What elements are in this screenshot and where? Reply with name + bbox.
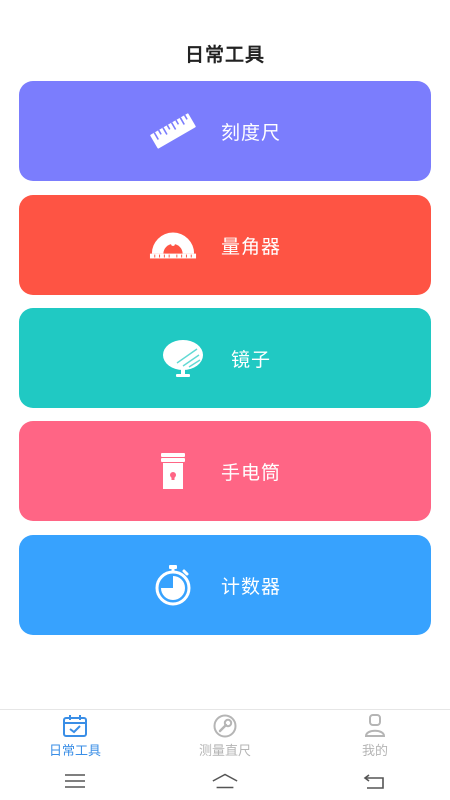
home-icon[interactable] [211,771,239,791]
tab-label: 日常工具 [48,744,101,759]
tool-card-flashlight[interactable]: 手电筒 [19,421,431,521]
system-nav-bar [0,762,450,800]
tab-label: 我的 [361,744,388,759]
page-title: 日常工具 [184,44,265,66]
tool-label: 量角器 [220,235,281,258]
tab-measure-ruler[interactable]: 测量直尺 [150,710,300,763]
menu-icon[interactable] [61,771,89,791]
tool-card-ruler[interactable]: 刻度尺 [19,81,431,181]
stopwatch-icon [149,561,197,609]
protractor-icon [149,221,197,269]
tool-label: 镜子 [230,348,271,371]
tab-label: 测量直尺 [198,744,251,759]
mirror-icon [159,334,207,382]
bottom-tab-bar: 日常工具 测量直尺 我的 [0,709,450,763]
back-icon[interactable] [361,771,389,791]
tab-mine[interactable]: 我的 [300,710,450,763]
tool-label: 计数器 [220,575,281,598]
ruler-icon [149,107,197,155]
tool-card-mirror[interactable]: 镜子 [19,308,431,408]
tool-label: 刻度尺 [220,121,281,144]
tool-card-protractor[interactable]: 量角器 [19,195,431,295]
person-icon [362,714,388,738]
flashlight-icon [149,447,197,495]
calendar-check-icon [62,714,88,738]
tool-label: 手电筒 [220,461,281,484]
wrench-circle-icon [212,714,238,738]
tool-card-counter[interactable]: 计数器 [19,535,431,635]
tab-daily-tools[interactable]: 日常工具 [0,710,150,763]
